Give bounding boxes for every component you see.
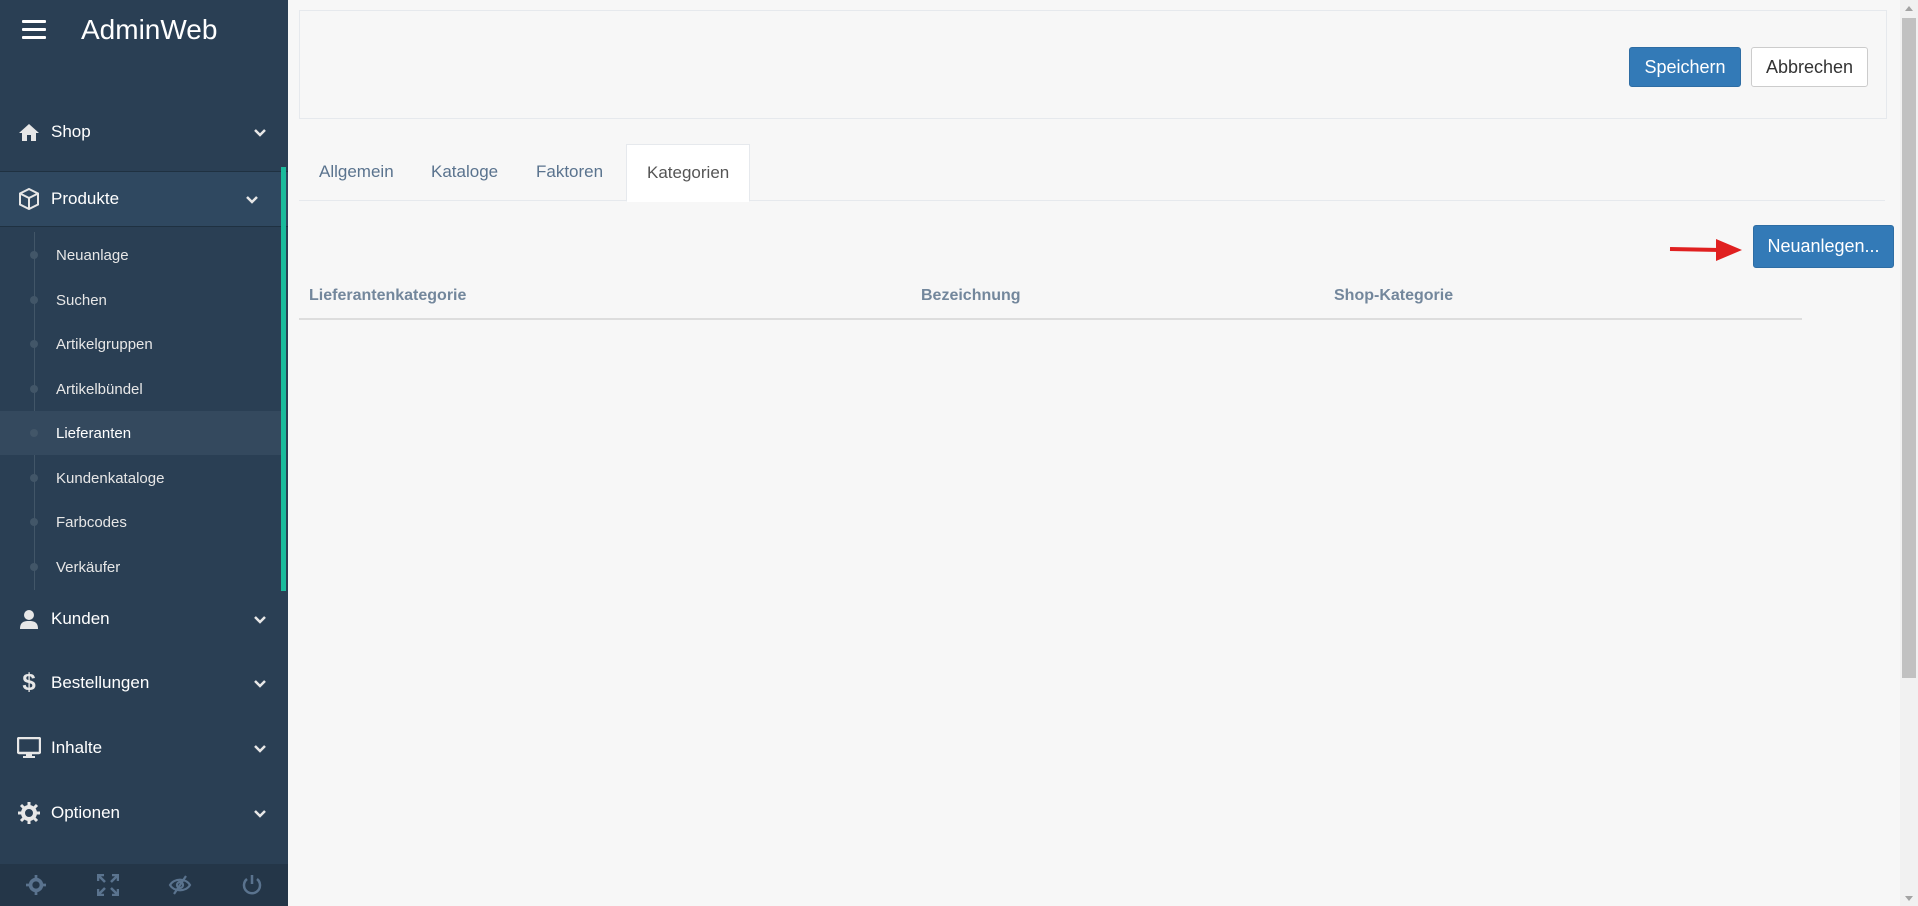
- sidebar-item-produkte[interactable]: Produkte: [0, 171, 288, 227]
- bullet-icon: [30, 474, 38, 482]
- submenu-item-label: Lieferanten: [56, 424, 132, 442]
- home-icon: [17, 120, 41, 144]
- submenu-item-kundenkataloge[interactable]: Kundenkataloge: [0, 456, 281, 500]
- annotation-arrow-icon: [1669, 239, 1742, 261]
- chevron-down-icon: [254, 609, 266, 629]
- tab-kategorien[interactable]: Kategorien: [626, 144, 751, 202]
- submenu-item-verkaeufer[interactable]: Verkäufer: [0, 545, 281, 589]
- submenu-item-lieferanten[interactable]: Lieferanten: [0, 411, 281, 455]
- eye-slash-icon[interactable]: [168, 873, 192, 897]
- chevron-down-icon: [246, 189, 258, 209]
- chevron-down-icon: [254, 673, 266, 693]
- add-new-button[interactable]: Neuanlegen...: [1753, 225, 1894, 268]
- submenu-item-artikelgruppen[interactable]: Artikelgruppen: [0, 322, 281, 366]
- sidebar-item-shop[interactable]: Shop: [0, 107, 288, 157]
- sidebar-item-label: Produkte: [51, 189, 120, 208]
- submenu-item-label: Kundenkataloge: [56, 469, 165, 487]
- chevron-down-icon: [254, 803, 266, 823]
- sidebar-footer: [0, 864, 288, 906]
- sidebar-item-bestellungen[interactable]: $ Bestellungen: [0, 658, 288, 708]
- submenu-item-suchen[interactable]: Suchen: [0, 278, 281, 322]
- submenu-item-artikelbuendel[interactable]: Artikelbündel: [0, 367, 281, 411]
- table-header: Lieferantenkategorie Bezeichnung Shop-Ka…: [299, 275, 1802, 320]
- fullscreen-icon[interactable]: [96, 873, 120, 897]
- main-content: Speichern Abbrechen Allgemein Kataloge F…: [288, 0, 1900, 906]
- column-header-lieferantenkategorie[interactable]: Lieferantenkategorie: [309, 287, 466, 305]
- sidebar-item-label: Optionen: [51, 803, 120, 822]
- menu-toggle-icon[interactable]: [22, 20, 46, 40]
- submenu-item-label: Farbcodes: [56, 513, 127, 531]
- bullet-icon: [30, 251, 38, 259]
- user-icon: [17, 607, 41, 631]
- sidebar-item-kunden[interactable]: Kunden: [0, 594, 288, 644]
- sidebar-item-label: Bestellungen: [51, 673, 150, 692]
- dollar-icon: $: [22, 669, 36, 696]
- sidebar-item-label: Shop: [51, 122, 91, 141]
- tab-allgemein[interactable]: Allgemein: [299, 144, 414, 199]
- bullet-icon: [30, 385, 38, 393]
- cancel-button[interactable]: Abbrechen: [1751, 47, 1868, 87]
- bullet-icon: [30, 429, 38, 437]
- chevron-down-icon: [254, 122, 266, 142]
- submenu-item-label: Artikelbündel: [56, 380, 143, 398]
- submenu-item-label: Artikelgruppen: [56, 335, 153, 353]
- sidebar: AdminWeb Shop Produkte Neuanlage Suchen …: [0, 0, 288, 906]
- submenu-item-farbcodes[interactable]: Farbcodes: [0, 500, 281, 544]
- sidebar-item-optionen[interactable]: Optionen: [0, 788, 288, 838]
- chevron-down-icon: [254, 738, 266, 758]
- submenu-item-label: Suchen: [56, 291, 107, 309]
- bullet-icon: [30, 518, 38, 526]
- cube-icon: [17, 187, 41, 211]
- scroll-thumb[interactable]: [1902, 18, 1916, 678]
- save-button[interactable]: Speichern: [1629, 47, 1741, 87]
- sidebar-item-inhalte[interactable]: Inhalte: [0, 723, 288, 773]
- scrollbar[interactable]: [1900, 0, 1918, 906]
- monitor-icon: [17, 736, 41, 760]
- submenu-item-label: Neuanlage: [56, 246, 129, 264]
- scroll-up-icon[interactable]: [1900, 0, 1918, 16]
- active-indicator: [281, 167, 286, 591]
- scroll-down-icon[interactable]: [1900, 890, 1918, 906]
- settings-icon[interactable]: [24, 873, 48, 897]
- gear-icon: [17, 801, 41, 825]
- submenu-item-label: Verkäufer: [56, 558, 121, 576]
- tab-kataloge[interactable]: Kataloge: [411, 144, 518, 199]
- sidebar-item-label: Inhalte: [51, 738, 103, 757]
- column-header-shop-kategorie[interactable]: Shop-Kategorie: [1334, 287, 1453, 305]
- bullet-icon: [30, 563, 38, 571]
- bullet-icon: [30, 296, 38, 304]
- action-panel: Speichern Abbrechen: [299, 10, 1887, 119]
- brand-header: AdminWeb: [0, 0, 288, 62]
- tab-bar: Allgemein Kataloge Faktoren Kategorien: [299, 144, 1885, 202]
- submenu-item-neuanlage[interactable]: Neuanlage: [0, 233, 281, 277]
- column-header-bezeichnung[interactable]: Bezeichnung: [921, 287, 1021, 305]
- power-icon[interactable]: [240, 873, 264, 897]
- bullet-icon: [30, 340, 38, 348]
- app-title: AdminWeb: [81, 14, 218, 45]
- tab-faktoren[interactable]: Faktoren: [516, 144, 623, 199]
- sidebar-item-label: Kunden: [51, 609, 110, 628]
